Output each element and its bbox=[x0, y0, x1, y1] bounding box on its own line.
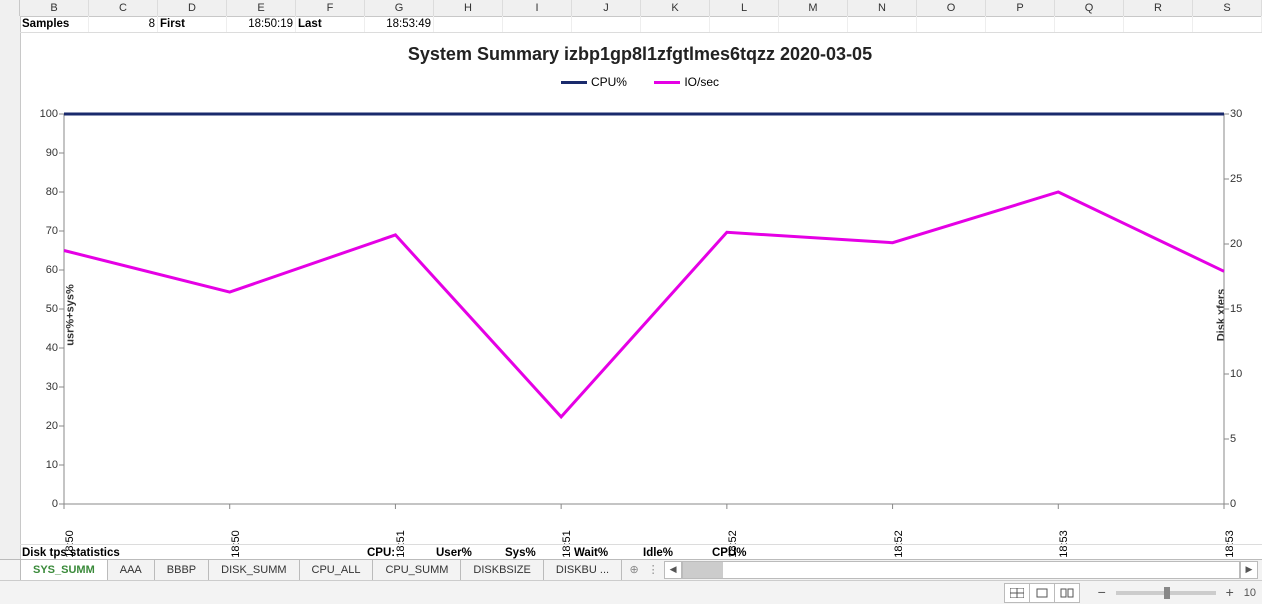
zoom-slider-thumb[interactable] bbox=[1164, 587, 1170, 599]
zoom-out-button[interactable]: − bbox=[1094, 585, 1110, 601]
sheet-tab-bbbp[interactable]: BBBP bbox=[155, 560, 209, 580]
add-sheet-button[interactable]: ⊕ bbox=[622, 560, 646, 580]
zoom-controls: − + 10 bbox=[1094, 585, 1256, 601]
y-axis-left-ticks: 0102030405060708090100 bbox=[34, 114, 58, 504]
column-heading-G[interactable]: G bbox=[365, 0, 434, 16]
cell-E[interactable]: 18:50:19 bbox=[227, 16, 296, 32]
column-heading-K[interactable]: K bbox=[641, 0, 710, 16]
sheet-tab-aaa[interactable]: AAA bbox=[108, 560, 155, 580]
column-heading-E[interactable]: E bbox=[227, 0, 296, 16]
sheet-tab-diskbsize[interactable]: DISKBSIZE bbox=[461, 560, 543, 580]
cell-F[interactable]: Last bbox=[296, 16, 365, 32]
column-headers: BCDEFGHIJKLMNOPQRS bbox=[0, 0, 1262, 17]
cell-B[interactable]: Samples bbox=[20, 16, 89, 32]
select-all-corner[interactable] bbox=[0, 0, 20, 16]
chart-title: System Summary izbp1gp8l1zfgtlmes6tqzz 2… bbox=[24, 34, 1256, 65]
scroll-left-button[interactable]: ◀ bbox=[664, 561, 682, 579]
view-page-break-button[interactable] bbox=[1054, 583, 1080, 603]
scrollbar-thumb[interactable] bbox=[683, 562, 723, 578]
cell-C[interactable]: 8 bbox=[89, 16, 158, 32]
zoom-in-button[interactable]: + bbox=[1222, 585, 1238, 601]
column-heading-R[interactable]: R bbox=[1124, 0, 1193, 16]
column-heading-I[interactable]: I bbox=[503, 0, 572, 16]
column-heading-N[interactable]: N bbox=[848, 0, 917, 16]
column-heading-P[interactable]: P bbox=[986, 0, 1055, 16]
sheet-tab-cpuall[interactable]: CPU_ALL bbox=[300, 560, 374, 580]
column-heading-L[interactable]: L bbox=[710, 0, 779, 16]
view-normal-button[interactable] bbox=[1004, 583, 1030, 603]
column-heading-S[interactable]: S bbox=[1193, 0, 1262, 16]
horizontal-scrollbar[interactable]: ◀ ▶ bbox=[660, 560, 1262, 580]
legend-label: IO/sec bbox=[684, 75, 719, 89]
column-heading-M[interactable]: M bbox=[779, 0, 848, 16]
sheet-tab-diskbu[interactable]: DISKBU ... bbox=[544, 560, 622, 580]
sheet-tab-cpusumm[interactable]: CPU_SUMM bbox=[373, 560, 461, 580]
row-headers bbox=[0, 16, 21, 576]
grid-icon bbox=[1010, 588, 1024, 598]
data-row-1: Samples 8 First 18:50:19 Last 18:53:49 bbox=[20, 16, 1262, 33]
y-axis-right-ticks: 051015202530 bbox=[1230, 114, 1254, 504]
scroll-right-button[interactable]: ▶ bbox=[1240, 561, 1258, 579]
x-axis-ticks: 18:5018:5018:5118:5118:5218:5218:5318:53 bbox=[64, 504, 1224, 544]
zoom-slider[interactable] bbox=[1116, 591, 1216, 595]
zoom-level-label: 10 bbox=[1244, 587, 1256, 599]
sheet-tab-syssumm[interactable]: SYS_SUMM bbox=[21, 560, 108, 580]
column-heading-B[interactable]: B bbox=[20, 0, 89, 16]
sheet-tab-disksumm[interactable]: DISK_SUMM bbox=[209, 560, 299, 580]
column-heading-H[interactable]: H bbox=[434, 0, 503, 16]
status-bar: − + 10 bbox=[0, 580, 1262, 604]
column-heading-F[interactable]: F bbox=[296, 0, 365, 16]
tab-options-icon[interactable]: ⋮ bbox=[646, 560, 660, 580]
column-heading-O[interactable]: O bbox=[917, 0, 986, 16]
chart-object[interactable]: System Summary izbp1gp8l1zfgtlmes6tqzz 2… bbox=[24, 34, 1256, 556]
scrollbar-track[interactable] bbox=[682, 561, 1240, 579]
column-heading-Q[interactable]: Q bbox=[1055, 0, 1124, 16]
column-heading-D[interactable]: D bbox=[158, 0, 227, 16]
legend-item-io: IO/sec bbox=[654, 75, 719, 89]
legend-label: CPU% bbox=[591, 75, 627, 89]
view-page-layout-button[interactable] bbox=[1029, 583, 1055, 603]
series-line-IOsec bbox=[64, 192, 1224, 417]
page-icon bbox=[1035, 588, 1049, 598]
legend-item-cpu: CPU% bbox=[561, 75, 627, 89]
pages-icon bbox=[1060, 588, 1074, 598]
column-heading-C[interactable]: C bbox=[89, 0, 158, 16]
chart-legend: CPU% IO/sec bbox=[24, 75, 1256, 89]
cell-G[interactable]: 18:53:49 bbox=[365, 16, 434, 32]
sheet-tab-bar: SYS_SUMMAAABBBPDISK_SUMMCPU_ALLCPU_SUMMD… bbox=[0, 559, 1262, 580]
cell-D[interactable]: First bbox=[158, 16, 227, 32]
column-heading-J[interactable]: J bbox=[572, 0, 641, 16]
chart-plot-area: usr%+sys% Disk xfers 0102030405060708090… bbox=[64, 114, 1224, 504]
